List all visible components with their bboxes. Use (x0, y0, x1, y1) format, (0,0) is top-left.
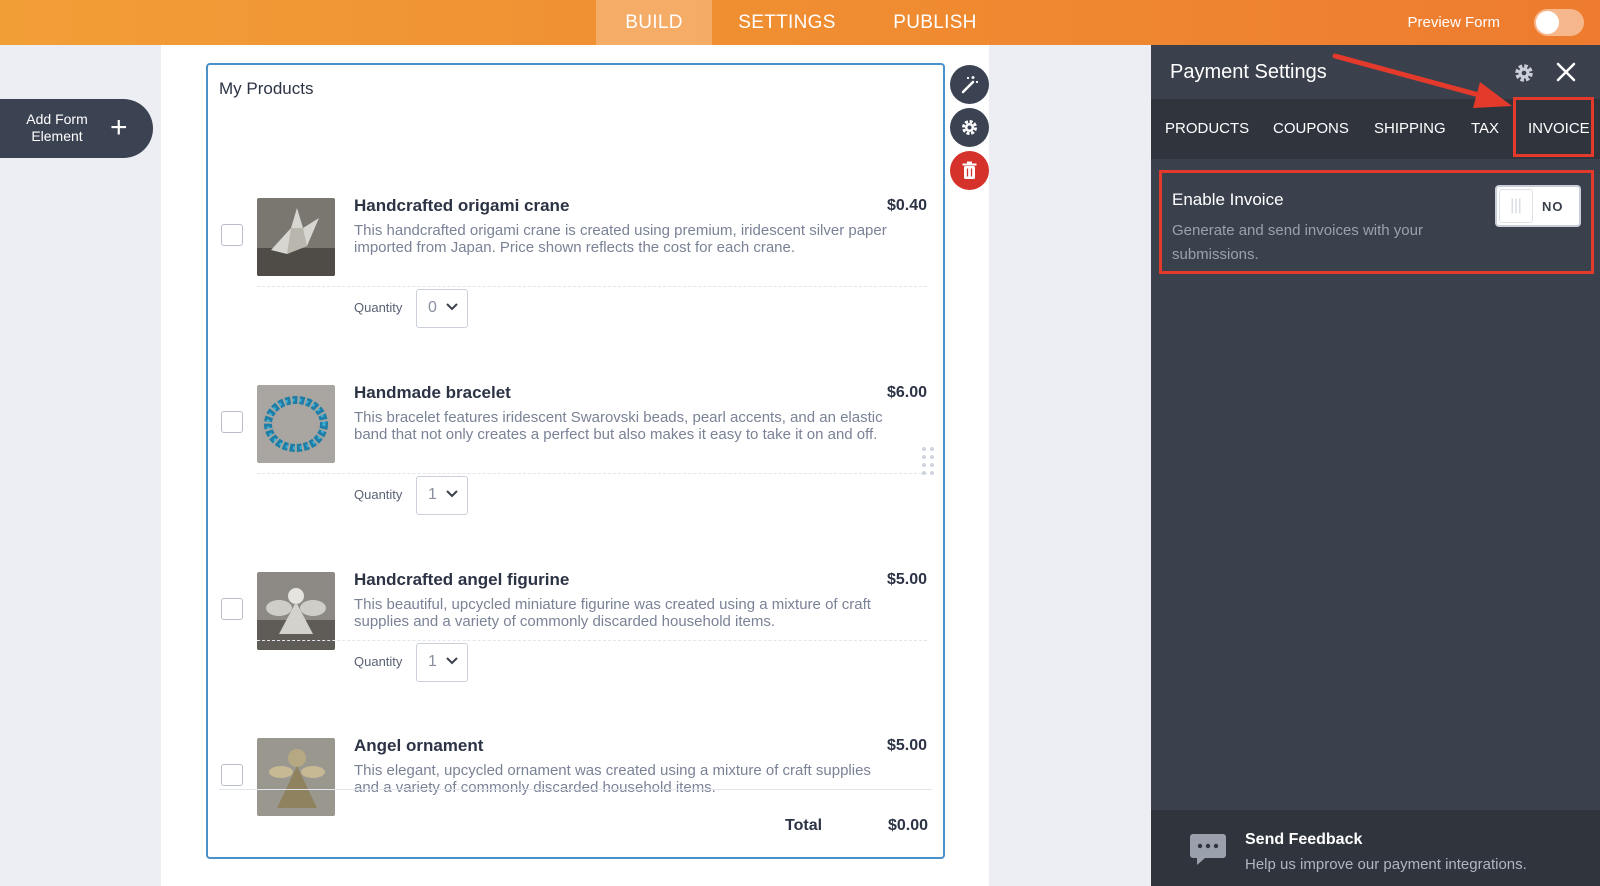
enable-invoice-toggle[interactable]: NO (1495, 185, 1581, 227)
item-divider (257, 286, 927, 287)
quantity-select[interactable]: 1 (416, 476, 468, 515)
gear-icon (962, 120, 977, 135)
invoice-tab-highlight (1513, 97, 1594, 157)
product-image-angel-figurine (257, 572, 335, 650)
product-image-origami-crane (257, 198, 335, 276)
total-value: $0.00 (887, 817, 928, 834)
tab-build[interactable]: BUILD (596, 0, 712, 45)
product-checkbox[interactable] (221, 411, 243, 433)
tab-publish[interactable]: PUBLISH (880, 0, 990, 45)
product-checkbox[interactable] (221, 598, 243, 620)
quantity-value: 1 (428, 486, 437, 503)
field-settings-button[interactable] (950, 108, 989, 147)
product-name: Angel ornament (354, 736, 484, 755)
item-divider (257, 473, 927, 474)
product-price: $5.00 (886, 571, 927, 588)
send-feedback-bar[interactable]: Send Feedback Help us improve our paymen… (1151, 810, 1600, 886)
total-row: Total $0.00 (219, 789, 932, 834)
product-name: Handcrafted origami crane (354, 196, 570, 215)
quantity-select[interactable]: 0 (416, 289, 468, 328)
preview-form-label: Preview Form (1407, 14, 1500, 31)
delete-field-button[interactable] (950, 151, 989, 190)
product-name: Handmade bracelet (354, 383, 511, 402)
tab-settings[interactable]: SETTINGS (727, 0, 847, 45)
product-description: This beautiful, upcycled miniature figur… (354, 596, 871, 630)
top-bar: BUILD SETTINGS PUBLISH Preview Form (0, 0, 1600, 45)
chevron-down-icon (446, 303, 458, 311)
product-image-angel-ornament (257, 738, 335, 816)
product-price: $0.40 (886, 197, 927, 214)
send-feedback-title: Send Feedback (1245, 831, 1363, 848)
product-price: $6.00 (886, 384, 927, 401)
enable-invoice-description: Generate and send invoices with your sub… (1172, 222, 1423, 263)
preview-form-toggle[interactable] (1534, 9, 1584, 36)
product-description: This bracelet features iridescent Swarov… (354, 409, 883, 443)
toggle-knob (1536, 11, 1559, 34)
quantity-value: 1 (428, 653, 437, 670)
magic-wand-icon (961, 76, 978, 94)
product-list-field[interactable]: My Products Handcrafted origami crane $0… (206, 63, 945, 859)
product-description: This elegant, upcycled ornament was crea… (354, 762, 871, 796)
total-label: Total (785, 817, 823, 834)
red-arrow-annotation (1332, 53, 1512, 108)
toggle-knob (1499, 189, 1533, 223)
product-checkbox[interactable] (221, 764, 243, 786)
product-description: This handcrafted origami crane is create… (354, 222, 887, 256)
toggle-state-label: NO (1542, 199, 1564, 214)
grip-lines-icon (1511, 198, 1521, 214)
item-divider (257, 640, 927, 641)
trash-icon (962, 161, 977, 179)
quantity-label: Quantity (354, 654, 403, 669)
plus-icon: + (110, 111, 128, 144)
wand-button[interactable] (950, 65, 989, 104)
panel-title: Payment Settings (1170, 61, 1327, 83)
enable-invoice-setting: Enable Invoice Generate and send invoice… (1159, 170, 1594, 274)
drag-handle-icon[interactable] (920, 446, 936, 478)
tab-products[interactable]: PRODUCTS (1165, 99, 1249, 159)
add-form-element-button[interactable]: Add Form Element + (0, 99, 153, 158)
chevron-down-icon (446, 657, 458, 665)
quantity-label: Quantity (354, 300, 403, 315)
product-list-title: My Products (219, 79, 314, 98)
product-image-bracelet (257, 385, 335, 463)
product-name: Handcrafted angel figurine (354, 570, 570, 589)
send-feedback-subtitle: Help us improve our payment integrations… (1245, 856, 1527, 873)
quantity-label: Quantity (354, 487, 403, 502)
product-price: $5.00 (886, 737, 927, 754)
product-checkbox[interactable] (221, 224, 243, 246)
add-form-element-label: Add Form Element (26, 111, 88, 144)
chevron-down-icon (446, 490, 458, 498)
quantity-value: 0 (428, 299, 437, 316)
close-icon[interactable] (1554, 60, 1578, 84)
enable-invoice-title: Enable Invoice (1172, 190, 1284, 209)
quantity-select[interactable]: 1 (416, 643, 468, 682)
chat-bubble-icon (1190, 834, 1226, 865)
